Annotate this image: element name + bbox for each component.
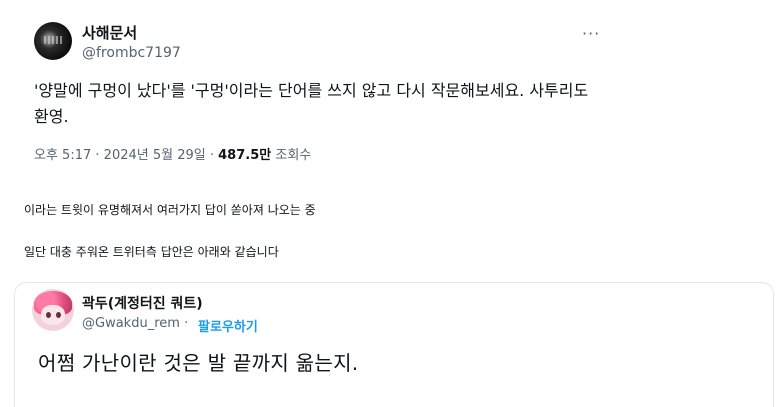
tweet-date[interactable]: 2024년 5월 29일 xyxy=(104,148,206,163)
quote-handle-text[interactable]: @Gwakdu_rem xyxy=(82,316,180,331)
caption-line-1: 이라는 트윗이 유명해져서 여러가지 답이 쏟아져 나오는 중 xyxy=(24,203,316,217)
author-handle[interactable]: @frombc7197 xyxy=(82,45,181,61)
tweet-meta: 오후 5:17 · 2024년 5월 29일 · 487.5만 조회수 xyxy=(34,144,311,163)
author-name[interactable]: 사해문서 xyxy=(82,22,137,43)
author-avatar[interactable] xyxy=(34,22,72,60)
meta-separator: · xyxy=(209,148,214,163)
meta-separator: · xyxy=(95,148,100,163)
quote-author-name[interactable]: 곽두(계정터진 쿼트) xyxy=(82,293,203,313)
tweet-text: '양말에 구멍이 났다'를 '구멍'이라는 단어를 쓰지 않고 다시 작문해보세… xyxy=(34,81,589,126)
more-options-icon[interactable]: ··· xyxy=(582,24,600,43)
views-label: 조회수 xyxy=(275,148,312,163)
tweet-time[interactable]: 오후 5:17 xyxy=(34,148,91,163)
views-count: 487.5만 xyxy=(218,148,272,163)
quote-author-handle: @Gwakdu_rem · xyxy=(82,316,188,331)
quote-author-avatar[interactable] xyxy=(32,289,74,331)
caption-line-2: 일단 대충 주워온 트위터측 답안은 아래와 같습니다 xyxy=(24,245,279,259)
quote-separator: · xyxy=(184,316,189,331)
follow-button[interactable]: 팔로우하기 xyxy=(198,316,258,335)
quote-text: 어쩜 가난이란 것은 발 끝까지 옮는지. xyxy=(38,351,359,375)
